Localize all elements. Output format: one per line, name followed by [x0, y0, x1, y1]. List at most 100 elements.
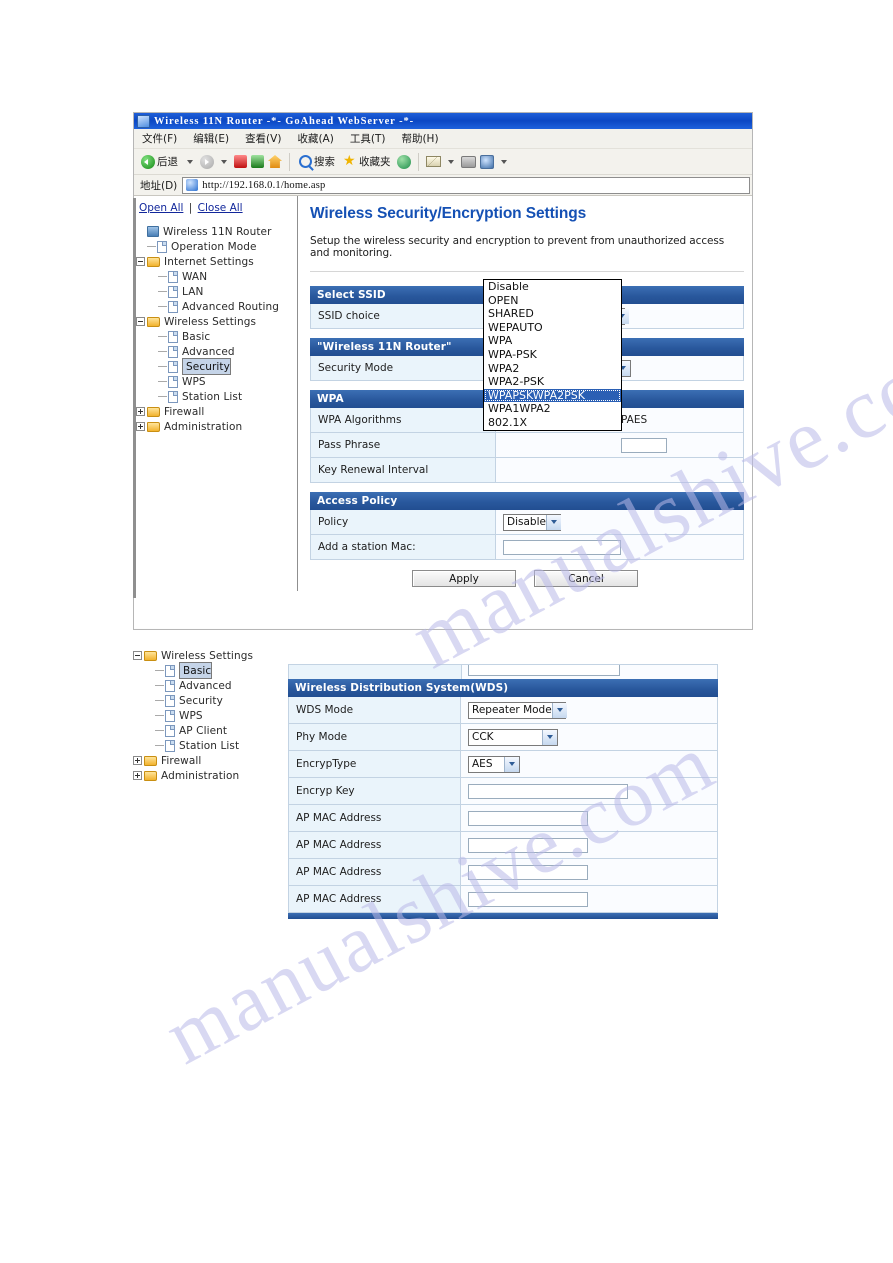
encryptype-select[interactable]: AES: [468, 756, 520, 773]
menu-item-help[interactable]: 帮助(H): [401, 131, 438, 146]
table-row: AP MAC Address: [289, 859, 717, 886]
sidebar-item-wireless-11n-router[interactable]: Wireless 11N Router: [136, 224, 298, 239]
dropdown-option[interactable]: 802.1X: [484, 416, 621, 430]
back-button[interactable]: 后退: [139, 154, 180, 169]
sidebar-item-wps[interactable]: WPS: [133, 708, 283, 723]
table-row: WDS ModeRepeater Mode: [289, 697, 717, 724]
dropdown-option[interactable]: WPA2-PSK: [484, 375, 621, 389]
sidebar-item-label: Basic: [179, 662, 212, 679]
collapse-icon[interactable]: [136, 317, 145, 326]
dropdown-option[interactable]: SHARED: [484, 307, 621, 321]
wds-mode-select[interactable]: Repeater Mode: [468, 702, 566, 719]
stop-icon[interactable]: [234, 155, 247, 168]
phy-mode-value: CCK: [472, 731, 494, 743]
wds-header: Wireless Distribution System(WDS): [288, 679, 718, 697]
sidebar-item-advanced[interactable]: Advanced: [133, 678, 283, 693]
sidebar-item-internet-settings[interactable]: Internet Settings: [136, 254, 298, 269]
dropdown-option[interactable]: WPA1WPA2: [484, 402, 621, 416]
forward-dropdown-icon[interactable]: [221, 160, 227, 164]
page-icon: [168, 286, 178, 298]
sidebar-item-wan[interactable]: WAN: [136, 269, 298, 284]
sidebar-item-wps[interactable]: WPS: [136, 374, 298, 389]
expand-icon[interactable]: [133, 771, 142, 780]
access-policy-panel: Access Policy Policy Disable Add a stati…: [310, 492, 744, 560]
sidebar-item-advanced-routing[interactable]: Advanced Routing: [136, 299, 298, 314]
sidebar-item-basic[interactable]: Basic: [136, 329, 298, 344]
sidebar-item-label: Internet Settings: [164, 256, 254, 268]
back-dropdown-icon[interactable]: [187, 160, 193, 164]
sidebar-item-wireless-settings[interactable]: Wireless Settings: [136, 314, 298, 329]
menu-item-view[interactable]: 查看(V): [245, 131, 281, 146]
menu-item-edit[interactable]: 编辑(E): [193, 131, 229, 146]
sidebar-item-ap-client[interactable]: AP Client: [133, 723, 283, 738]
pass-phrase-label: Pass Phrase: [311, 433, 496, 457]
refresh-icon[interactable]: [251, 155, 264, 168]
policy-select[interactable]: Disable: [503, 514, 561, 531]
collapse-icon[interactable]: [133, 651, 142, 660]
ap-mac-address-input[interactable]: [468, 892, 588, 907]
ap-mac-address-input[interactable]: [468, 838, 588, 853]
expand-icon[interactable]: [136, 407, 145, 416]
collapse-icon[interactable]: [136, 257, 145, 266]
ap-mac-address-input[interactable]: [468, 811, 588, 826]
tree-connector: [158, 306, 167, 307]
sidebar-item-label: Station List: [182, 391, 242, 403]
sidebar-item-advanced[interactable]: Advanced: [136, 344, 298, 359]
sidebar-item-label: Operation Mode: [171, 241, 257, 253]
page-scrollbar[interactable]: [133, 198, 136, 598]
sidebar-item-basic[interactable]: Basic: [133, 663, 283, 678]
history-dropdown-icon[interactable]: [501, 160, 507, 164]
expand-icon[interactable]: [133, 756, 142, 765]
sidebar-item-station-list[interactable]: Station List: [133, 738, 283, 753]
back-arrow-icon: [141, 155, 155, 169]
dropdown-option[interactable]: WPA: [484, 334, 621, 348]
sidebar-item-label: Advanced: [182, 346, 235, 358]
sidebar-item-firewall[interactable]: Firewall: [136, 404, 298, 419]
menu-item-tools[interactable]: 工具(T): [350, 131, 386, 146]
sidebar-item-lan[interactable]: LAN: [136, 284, 298, 299]
dropdown-option[interactable]: WPAPSKWPA2PSK: [484, 389, 621, 403]
mail-dropdown-icon[interactable]: [448, 160, 454, 164]
menu-item-favorites[interactable]: 收藏(A): [297, 131, 333, 146]
wds-mode-value: Repeater Mode: [472, 704, 552, 716]
ap-mac-address-input[interactable]: [468, 865, 588, 880]
menu-item-file[interactable]: 文件(F): [142, 131, 177, 146]
sidebar-item-security[interactable]: Security: [136, 359, 298, 374]
phy-mode-select[interactable]: CCK: [468, 729, 558, 746]
pass-phrase-input[interactable]: [621, 438, 667, 453]
wds-row-label: AP MAC Address: [289, 805, 461, 831]
dropdown-option[interactable]: Disable: [484, 280, 621, 294]
dropdown-option[interactable]: WEPAUTO: [484, 321, 621, 335]
history-icon[interactable]: [480, 155, 494, 169]
sidebar-item-administration[interactable]: Administration: [136, 419, 298, 434]
tree-connector: [155, 685, 164, 686]
cancel-button[interactable]: Cancel: [534, 570, 638, 587]
dropdown-option[interactable]: OPEN: [484, 294, 621, 308]
search-button[interactable]: 搜索: [297, 154, 337, 169]
forward-arrow-icon[interactable]: [200, 155, 214, 169]
print-icon[interactable]: [461, 156, 476, 168]
dropdown-option[interactable]: WPA2: [484, 362, 621, 376]
address-input[interactable]: http://192.168.0.1/home.asp: [182, 177, 750, 194]
close-all-link[interactable]: Close All: [198, 202, 243, 214]
apply-button[interactable]: Apply: [412, 570, 516, 587]
clipped-row-value-cell: [462, 665, 717, 679]
dropdown-option[interactable]: WPA-PSK: [484, 348, 621, 362]
sidebar-item-security[interactable]: Security: [133, 693, 283, 708]
home-icon[interactable]: [268, 155, 282, 168]
sidebar-item-firewall[interactable]: Firewall: [133, 753, 283, 768]
add-station-mac-input[interactable]: [503, 540, 621, 555]
sidebar-item-operation-mode[interactable]: Operation Mode: [136, 239, 298, 254]
favorites-button[interactable]: ★ 收藏夹: [341, 154, 393, 169]
open-all-link[interactable]: Open All: [139, 202, 183, 214]
sidebar-item-wireless-settings[interactable]: Wireless Settings: [133, 648, 283, 663]
mail-icon[interactable]: [426, 156, 441, 167]
encryp-key-input[interactable]: [468, 784, 628, 799]
sidebar-item-station-list[interactable]: Station List: [136, 389, 298, 404]
expand-icon[interactable]: [136, 422, 145, 431]
table-row: AP MAC Address: [289, 832, 717, 859]
sidebar-item-label: Advanced Routing: [182, 301, 279, 313]
media-icon[interactable]: [397, 155, 411, 169]
security-mode-dropdown[interactable]: DisableOPENSHAREDWEPAUTOWPAWPA-PSKWPA2WP…: [483, 279, 622, 431]
sidebar-item-administration[interactable]: Administration: [133, 768, 283, 783]
